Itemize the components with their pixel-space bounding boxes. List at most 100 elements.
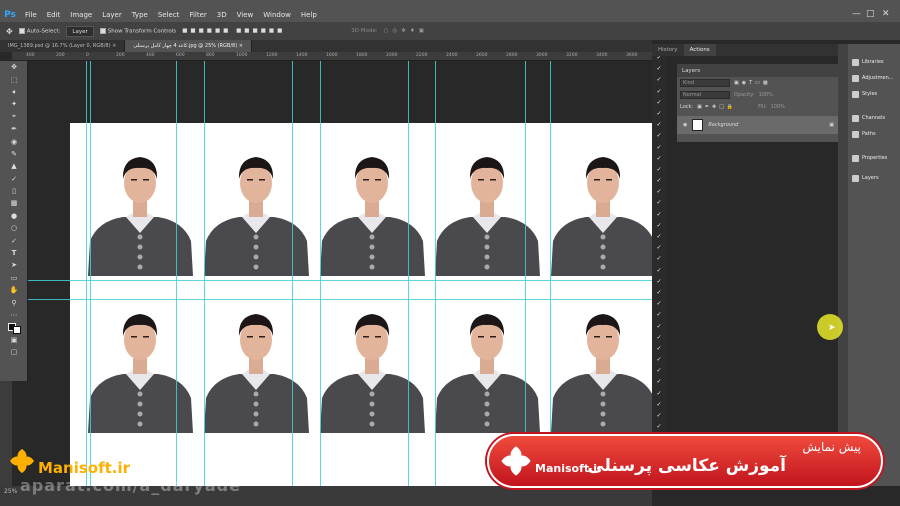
menu-edit[interactable]: Edit: [42, 11, 66, 19]
action-toggle-check[interactable]: ✓: [652, 108, 666, 119]
dock-channels[interactable]: Channels: [848, 110, 900, 126]
hand-tool-icon[interactable]: ✋: [0, 284, 28, 296]
action-toggle-check[interactable]: ✓: [652, 220, 666, 231]
action-toggle-check[interactable]: ✓: [652, 130, 666, 141]
eraser-tool-icon[interactable]: ▯: [0, 185, 28, 197]
menu-image[interactable]: Image: [65, 11, 97, 19]
layer-kind-filter[interactable]: Kind: [680, 79, 730, 87]
tab-img1389[interactable]: IMG_1389.psd @ 16.7% (Layer 0, RGB/8) ×: [0, 40, 126, 52]
action-toggle-check[interactable]: ✓: [652, 410, 666, 421]
menu-view[interactable]: View: [232, 11, 259, 19]
layer-row-background[interactable]: ◉ Background ▣: [677, 116, 840, 134]
action-toggle-check[interactable]: ✓: [652, 265, 666, 276]
action-toggle-check[interactable]: ✓: [652, 153, 666, 164]
action-toggle-check[interactable]: ✓: [652, 376, 666, 387]
more-tools-icon[interactable]: ⋯: [0, 309, 28, 321]
brush-tool-icon[interactable]: ✎: [0, 148, 28, 160]
dock-libraries[interactable]: Libraries: [848, 54, 900, 70]
action-toggle-check[interactable]: ✓: [652, 309, 666, 320]
guide-line-vertical[interactable]: [435, 61, 436, 486]
dock-layers[interactable]: Layers: [848, 170, 900, 186]
dock-adjustments[interactable]: Adjustmen...: [848, 70, 900, 86]
guide-line-horizontal[interactable]: [28, 280, 652, 281]
action-toggle-check[interactable]: ✓: [652, 164, 666, 175]
dock-styles[interactable]: Styles: [848, 86, 900, 102]
action-toggle-check[interactable]: ✓: [652, 231, 666, 242]
screen-mode-icon[interactable]: ▢: [0, 346, 28, 358]
auto-select-checkbox[interactable]: Auto-Select:: [18, 27, 60, 34]
action-toggle-check[interactable]: ✓: [652, 421, 666, 432]
lasso-tool-icon[interactable]: ➧: [0, 86, 28, 98]
guide-line-vertical[interactable]: [525, 61, 526, 486]
action-toggle-check[interactable]: ✓: [652, 343, 666, 354]
action-toggle-check[interactable]: ✓: [652, 119, 666, 130]
marquee-tool-icon[interactable]: ⬚: [0, 73, 28, 85]
pen-tool-icon[interactable]: ✓: [0, 234, 28, 246]
canvas-area[interactable]: [28, 61, 652, 486]
gradient-tool-icon[interactable]: ▩: [0, 197, 28, 209]
tab-print-sheet[interactable]: کاغذ 4 چهار کامل پرسنلی.jpg @ 25% (RGB/8…: [125, 40, 252, 52]
action-toggle-check[interactable]: ✓: [652, 63, 666, 74]
guide-line-vertical[interactable]: [90, 61, 91, 486]
action-toggle-check[interactable]: ✓: [652, 253, 666, 264]
lock-icons[interactable]: ▣✒✥□🔒: [697, 104, 736, 110]
menu-help[interactable]: Help: [296, 11, 322, 19]
guide-line-vertical[interactable]: [408, 61, 409, 486]
zoom-level[interactable]: 25%: [4, 488, 17, 495]
action-toggle-check[interactable]: ✓: [652, 388, 666, 399]
shape-tool-icon[interactable]: ▭: [0, 272, 28, 284]
action-toggle-check[interactable]: ✓: [652, 186, 666, 197]
tab-actions[interactable]: Actions: [683, 44, 716, 56]
action-toggle-check[interactable]: ✓: [652, 332, 666, 343]
fill-value[interactable]: 100%: [771, 104, 785, 110]
close-icon[interactable]: ✕: [882, 9, 890, 19]
move-tool-icon[interactable]: ✥: [6, 27, 13, 36]
healing-brush-icon[interactable]: ◉: [0, 135, 28, 147]
action-toggle-check[interactable]: ✓: [652, 365, 666, 376]
menu-type[interactable]: Type: [127, 11, 153, 19]
menu-3d[interactable]: 3D: [212, 11, 232, 19]
quick-select-tool-icon[interactable]: ✦: [0, 98, 28, 110]
transform-checkbox[interactable]: Show Transform Controls: [99, 27, 176, 34]
action-toggle-check[interactable]: ✓: [652, 86, 666, 97]
move-tool-icon[interactable]: ✥: [0, 61, 28, 73]
action-toggle-check[interactable]: ✓: [652, 287, 666, 298]
quick-mask-icon[interactable]: ▣: [0, 334, 28, 346]
crop-tool-icon[interactable]: ⌖: [0, 111, 28, 123]
dodge-tool-icon[interactable]: ○: [0, 222, 28, 234]
zoom-tool-icon[interactable]: ⚲: [0, 296, 28, 308]
menu-file[interactable]: File: [20, 11, 42, 19]
eye-icon[interactable]: ◉: [683, 122, 687, 128]
action-toggle-check[interactable]: ✓: [652, 298, 666, 309]
menu-filter[interactable]: Filter: [184, 11, 211, 19]
eyedropper-tool-icon[interactable]: ✒: [0, 123, 28, 135]
3d-mode-icons[interactable]: ○◎✥♦▣: [384, 28, 428, 34]
path-select-icon[interactable]: ➤: [0, 259, 28, 271]
action-toggle-check[interactable]: ✓: [652, 175, 666, 186]
history-brush-icon[interactable]: ✓: [0, 173, 28, 185]
blur-tool-icon[interactable]: ●: [0, 210, 28, 222]
menu-select[interactable]: Select: [153, 11, 185, 19]
action-toggle-check[interactable]: ✓: [652, 142, 666, 153]
document-canvas[interactable]: [70, 123, 652, 486]
guide-line-vertical[interactable]: [320, 61, 321, 486]
dock-paths[interactable]: Paths: [848, 126, 900, 142]
action-toggle-check[interactable]: ✓: [652, 74, 666, 85]
action-toggle-check[interactable]: ✓: [652, 242, 666, 253]
action-toggle-check[interactable]: ✓: [652, 197, 666, 208]
filter-icons[interactable]: ▣◉T▭▩: [734, 80, 771, 86]
action-toggle-check[interactable]: ✓: [652, 354, 666, 365]
guide-line-vertical[interactable]: [292, 61, 293, 486]
blend-mode-select[interactable]: Normal: [680, 91, 730, 99]
minimize-icon[interactable]: —: [852, 9, 861, 19]
guide-line-vertical[interactable]: [86, 61, 87, 486]
menu-window[interactable]: Window: [258, 11, 296, 19]
action-toggle-check[interactable]: ✓: [652, 97, 666, 108]
guide-line-vertical[interactable]: [550, 61, 551, 486]
dock-properties[interactable]: Properties: [848, 150, 900, 166]
guide-line-vertical[interactable]: [204, 61, 205, 486]
action-toggle-check[interactable]: ✓: [652, 399, 666, 410]
type-tool-icon[interactable]: T: [0, 247, 28, 259]
guide-line-horizontal[interactable]: [28, 299, 652, 300]
color-swatch-icon[interactable]: [0, 321, 28, 334]
